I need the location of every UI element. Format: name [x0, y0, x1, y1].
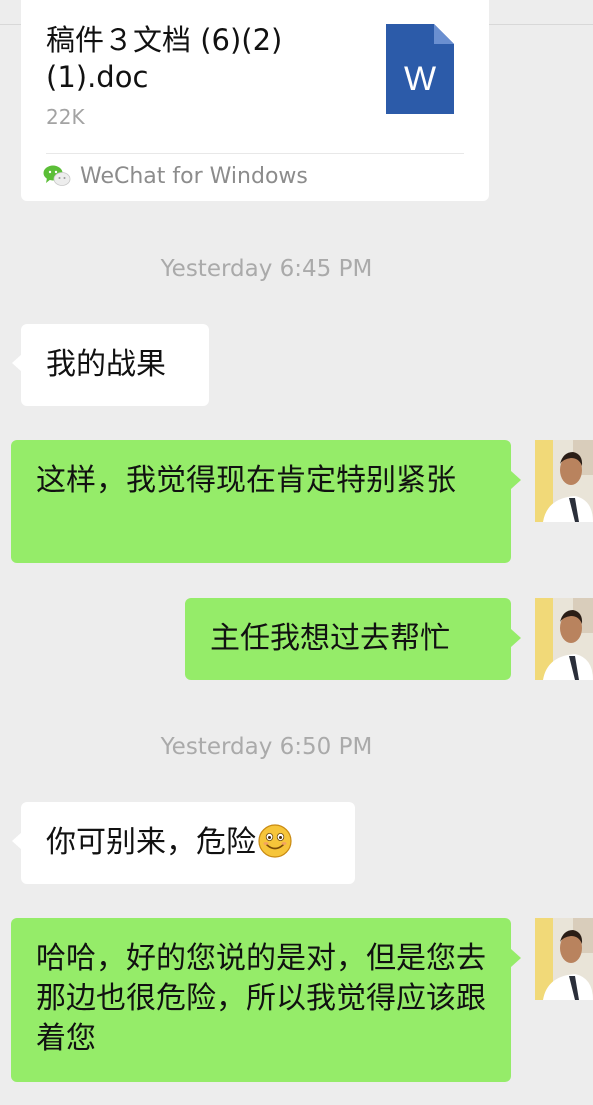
wechat-logo-icon [43, 165, 71, 186]
incoming-message-bubble[interactable]: 你可别来，危险 [12, 802, 355, 884]
message-text: 这样，我觉得现在肯定特别紧张 [36, 463, 456, 498]
timestamp: Yesterday 6:45 PM [160, 256, 373, 282]
file-message-card[interactable]: 稿件３文档 (6)(2) (1).doc 22K W WeChat for Wi… [21, 0, 489, 201]
avatar[interactable] [535, 440, 593, 522]
avatar[interactable] [535, 598, 593, 680]
avatar[interactable] [535, 918, 593, 1000]
timestamp: Yesterday 6:50 PM [160, 734, 373, 760]
message-text: 主任我想过去帮忙 [210, 621, 450, 656]
file-name: 稿件３文档 (6)(2) (1).doc [46, 23, 283, 94]
outgoing-message-bubble[interactable]: 这样，我觉得现在肯定特别紧张 [11, 440, 521, 563]
message-text: 你可别来，危险 [46, 825, 256, 860]
file-size: 22K [46, 105, 85, 129]
card-divider [46, 153, 464, 154]
outgoing-message-bubble[interactable]: 哈哈，好的您说的是对，但是您去那边也很危险，所以我觉得应该跟着您 [11, 918, 521, 1082]
message-text: 哈哈，好的您说的是对，但是您去那边也很危险，所以我觉得应该跟着您 [36, 941, 486, 1056]
outgoing-message-bubble[interactable]: 主任我想过去帮忙 [185, 598, 521, 680]
doc-icon-letter: W [404, 60, 436, 98]
message-text: 我的战果 [46, 347, 166, 382]
word-doc-icon: W [386, 24, 454, 114]
incoming-message-bubble[interactable]: 我的战果 [12, 324, 209, 406]
smile-emoji-icon [258, 824, 292, 858]
source-label: WeChat for Windows [80, 164, 308, 189]
